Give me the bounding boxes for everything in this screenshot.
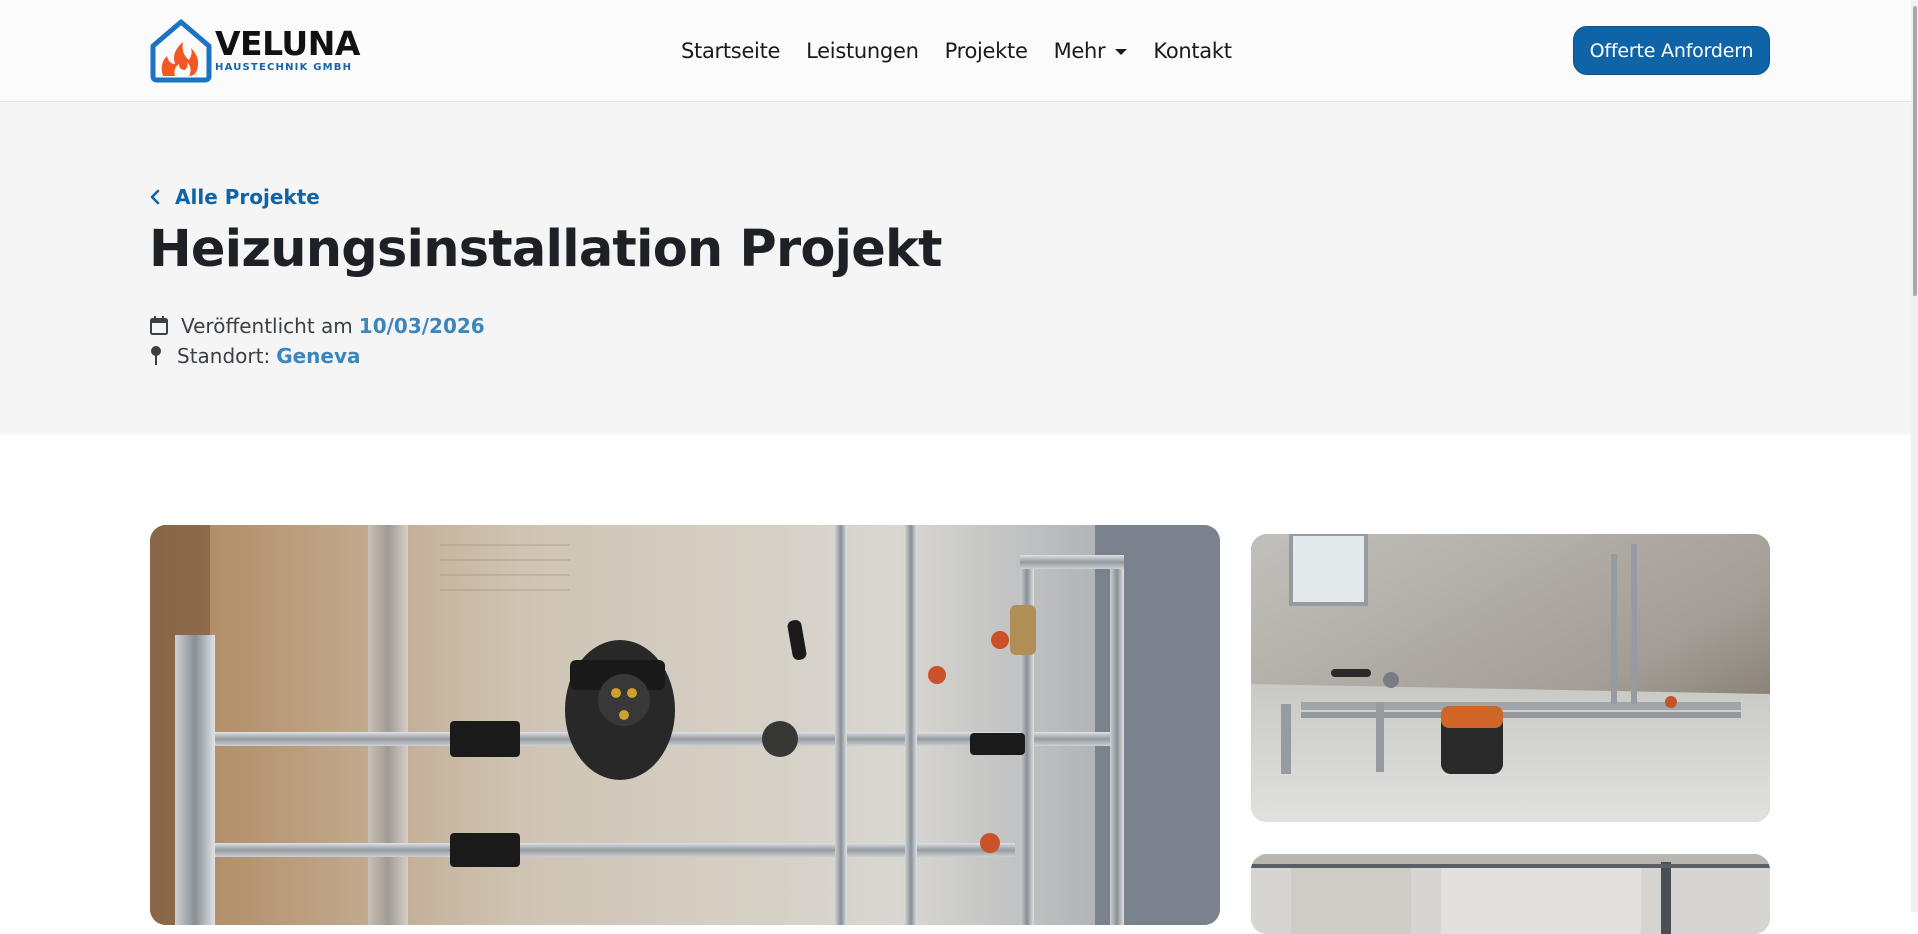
published-date-row: Veröffentlicht am 10/03/2026 [149, 314, 485, 338]
installation-photo [1251, 854, 1770, 934]
house-flame-logo-icon [150, 19, 212, 83]
nav-item-leistungen[interactable]: Leistungen [806, 39, 919, 63]
map-pin-icon [151, 346, 161, 365]
chevron-left-icon [150, 189, 160, 205]
site-header: VELUNA HAUSTECHNIK GMBH Startseite Leist… [0, 0, 1918, 102]
caret-down-icon [1115, 49, 1128, 55]
request-quote-button[interactable]: Offerte Anfordern [1573, 26, 1770, 75]
location-value: Geneva [276, 344, 361, 368]
brand-tagline: HAUSTECHNIK GMBH [215, 62, 353, 73]
brand-logo[interactable]: VELUNA HAUSTECHNIK GMBH [149, 18, 361, 84]
nav-item-kontakt[interactable]: Kontakt [1153, 39, 1232, 63]
scrollbar-thumb[interactable] [1913, 6, 1917, 296]
nav-item-mehr[interactable]: Mehr [1054, 39, 1128, 63]
nav-item-mehr-label: Mehr [1053, 39, 1106, 63]
brand-name: VELUNA [215, 24, 360, 63]
heating-pipes-photo [150, 525, 1220, 925]
back-link-label: Alle Projekte [175, 185, 320, 209]
nav-item-startseite[interactable]: Startseite [681, 39, 780, 63]
boiler-room-photo [1251, 534, 1770, 822]
project-photo-thumb-1[interactable] [1251, 534, 1770, 822]
location-row: Standort: Geneva [149, 344, 361, 368]
back-to-projects-link[interactable]: Alle Projekte [149, 185, 320, 209]
calendar-icon [150, 316, 168, 335]
nav-item-projekte[interactable]: Projekte [945, 39, 1028, 63]
page-title: Heizungsinstallation Projekt [149, 220, 943, 279]
main-nav: Startseite Leistungen Projekte Mehr Kont… [681, 36, 1258, 66]
location-label: Standort: [177, 344, 271, 368]
published-date: 10/03/2026 [358, 314, 485, 338]
project-photo-thumb-2[interactable] [1251, 854, 1770, 934]
project-photo-main[interactable] [150, 525, 1220, 925]
published-label: Veröffentlicht am [181, 314, 353, 338]
